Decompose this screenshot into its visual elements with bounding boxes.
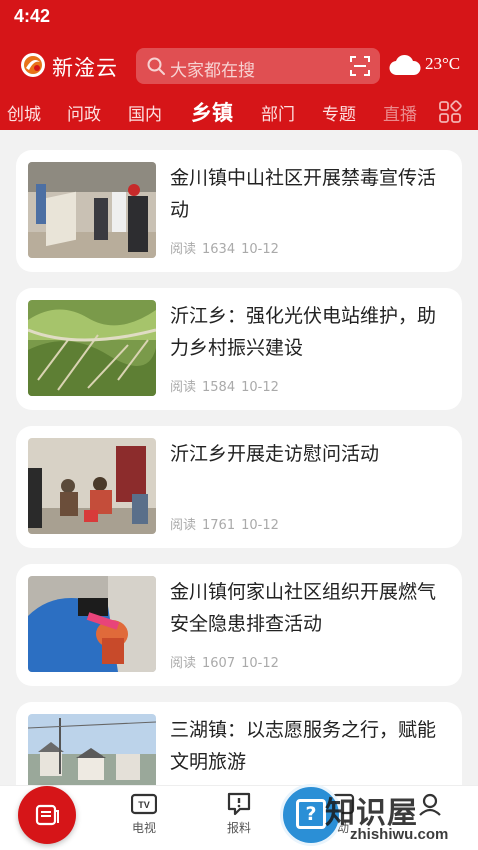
- watermark-symbol: ?: [296, 799, 326, 829]
- read-label: 阅读: [170, 518, 197, 533]
- weather-temperature: 23°C: [425, 54, 461, 73]
- article-title: 三湖镇：以志愿服务之行，赋能文明旅游: [170, 719, 437, 773]
- article-title: 金川镇何家山社区组织开展燃气安全隐患排查活动: [170, 581, 437, 635]
- app-name: 新淦云: [52, 56, 118, 80]
- cloud-icon: [389, 54, 421, 76]
- article-title: 沂江乡开展走访慰问活动: [170, 443, 380, 465]
- article-date: 10-12: [241, 380, 279, 395]
- tab-guonei[interactable]: 国内: [128, 100, 162, 125]
- user-icon: [419, 793, 441, 816]
- scan-icon[interactable]: [350, 56, 370, 76]
- tab-zhuanti[interactable]: 专题: [322, 100, 356, 125]
- tab-news-home[interactable]: [18, 786, 76, 844]
- tab-tv-label: 电视: [131, 821, 156, 835]
- top-row: 新淦云 大家都在搜 23°C: [0, 44, 478, 88]
- watermark-url: zhishiwu.com: [350, 826, 449, 843]
- article-thumbnail: [28, 576, 156, 672]
- search-input[interactable]: 大家都在搜: [136, 48, 380, 84]
- news-icon: [35, 804, 59, 826]
- article-thumbnail: [28, 162, 156, 258]
- article-card[interactable]: 金川镇何家山社区组织开展燃气安全隐患排查活动 阅读 1607 10-12: [16, 564, 462, 686]
- article-thumbnail: [28, 300, 156, 396]
- article-meta: 阅读 1607 10-12: [170, 652, 285, 671]
- read-label: 阅读: [170, 656, 197, 671]
- tab-zhibo[interactable]: 直播: [383, 100, 417, 125]
- status-time: 4:42: [14, 6, 51, 26]
- svg-text:TV: TV: [138, 800, 150, 810]
- article-card[interactable]: 三湖镇：以志愿服务之行，赋能文明旅游: [16, 702, 462, 785]
- search-icon: [147, 57, 165, 75]
- article-meta: 阅读 1761 10-12: [170, 514, 285, 533]
- tab-bumen[interactable]: 部门: [261, 100, 295, 125]
- article-thumbnail: [28, 714, 156, 785]
- channel-manage-icon[interactable]: [438, 100, 462, 124]
- article-list: 金川镇中山社区开展禁毒宣传活动 阅读 1634 10-12 沂江乡：强化光伏电站维护…: [0, 130, 478, 785]
- article-thumbnail: [28, 438, 156, 534]
- article-title: 沂江乡：强化光伏电站维护，助力乡村振兴建设: [170, 305, 437, 359]
- article-card[interactable]: 金川镇中山社区开展禁毒宣传活动 阅读 1634 10-12: [16, 150, 462, 272]
- read-count: 1607: [202, 656, 236, 671]
- read-count: 1584: [202, 380, 236, 395]
- tab-xiangzhen[interactable]: 乡镇: [191, 97, 233, 127]
- status-bar: 4:42: [0, 0, 478, 34]
- tab-chuangcheng[interactable]: 创城: [7, 100, 41, 125]
- report-icon: [227, 792, 251, 816]
- read-count: 1634: [202, 242, 236, 257]
- article-title: 金川镇中山社区开展禁毒宣传活动: [170, 167, 437, 221]
- search-placeholder: 大家都在搜: [170, 61, 255, 81]
- article-date: 10-12: [241, 656, 279, 671]
- tab-report[interactable]: 报料: [214, 792, 264, 836]
- tab-tv[interactable]: TV 电视: [119, 792, 169, 836]
- article-meta: 阅读 1584 10-12: [170, 376, 285, 395]
- article-date: 10-12: [241, 242, 279, 257]
- read-label: 阅读: [170, 242, 197, 257]
- article-card[interactable]: 沂江乡：强化光伏电站维护，助力乡村振兴建设 阅读 1584 10-12: [16, 288, 462, 410]
- app-header: 4:42 新淦云 大家都在搜 23°C 创城 问政 国内 乡镇 部门 专题 直播: [0, 0, 478, 130]
- article-card[interactable]: 沂江乡开展走访慰问活动 阅读 1761 10-12: [16, 426, 462, 548]
- tab-wenzheng[interactable]: 问政: [67, 100, 101, 125]
- read-label: 阅读: [170, 380, 197, 395]
- read-count: 1761: [202, 518, 236, 533]
- tv-icon: TV: [131, 793, 157, 815]
- tab-report-label: 报料: [226, 821, 251, 835]
- article-date: 10-12: [241, 518, 279, 533]
- article-meta: 阅读 1634 10-12: [170, 238, 285, 257]
- channel-tabs: 创城 问政 国内 乡镇 部门 专题 直播: [0, 92, 478, 130]
- app-logo-icon: [21, 53, 45, 77]
